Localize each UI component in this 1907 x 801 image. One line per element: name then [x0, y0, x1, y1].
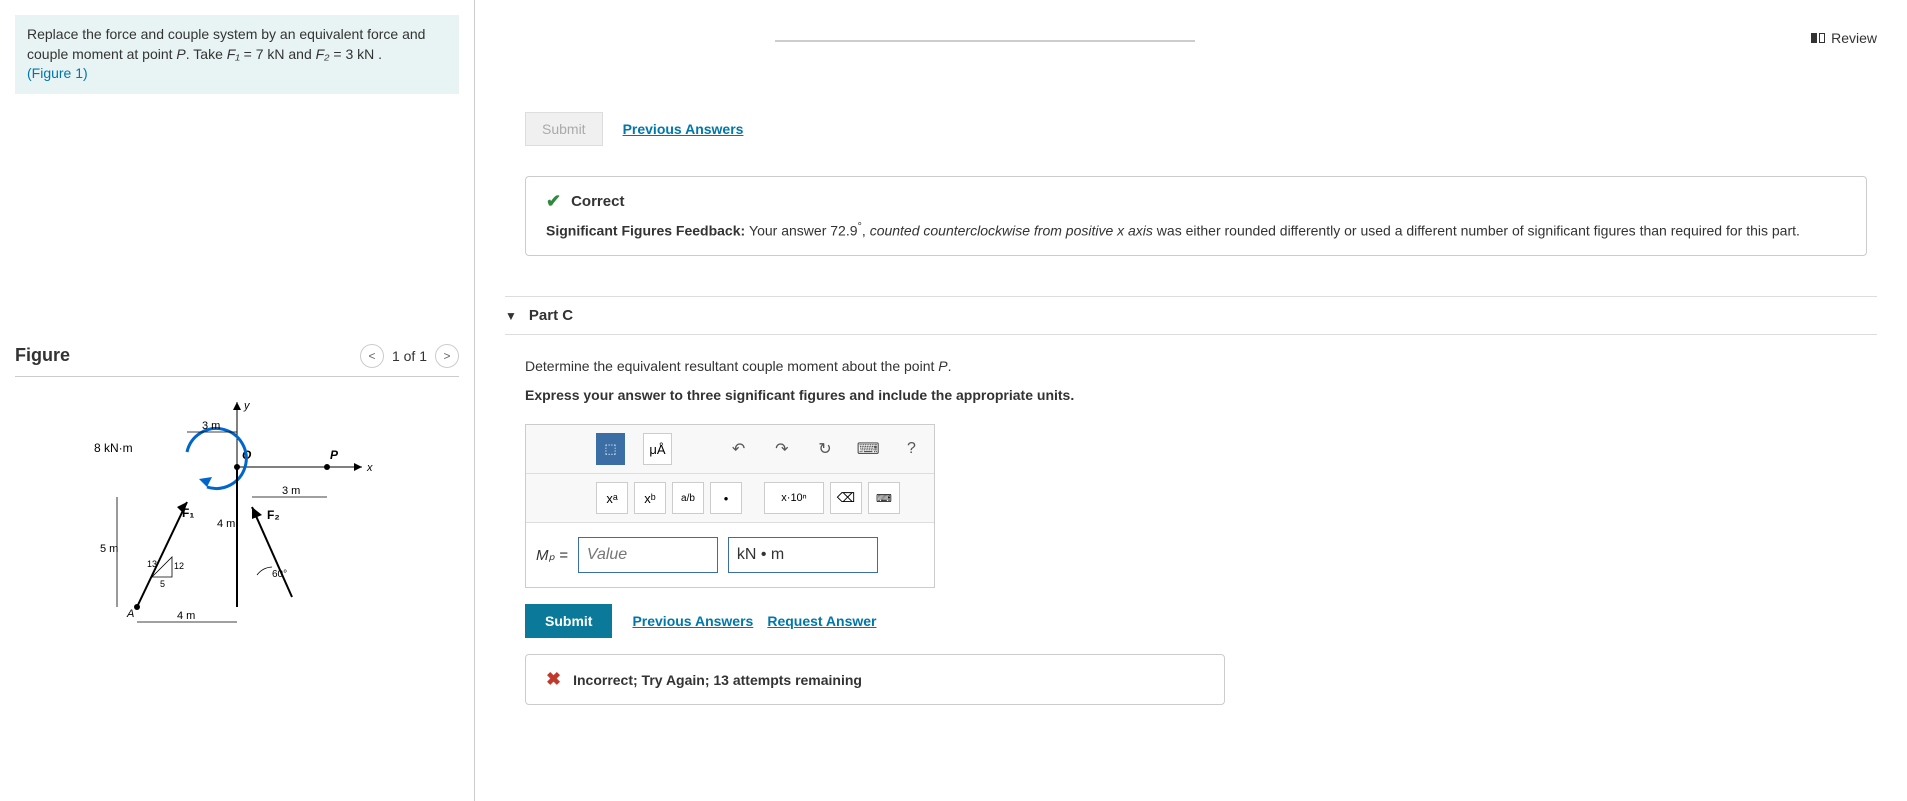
svg-text:5: 5 [160, 579, 165, 589]
svg-text:4 m: 4 m [217, 518, 235, 530]
undo-button[interactable]: ↶ [726, 433, 751, 465]
point-p: P [176, 46, 185, 62]
templates-button[interactable]: ⬚ [596, 433, 625, 465]
part-c-body: Determine the equivalent resultant coupl… [505, 335, 1877, 705]
error-box: ✖ Incorrect; Try Again; 13 attempts rema… [525, 654, 1225, 705]
svg-text:4 m: 4 m [177, 610, 195, 622]
left-panel: Replace the force and couple system by a… [0, 0, 475, 801]
correct-label: Correct [571, 193, 624, 210]
figure-header: Figure < 1 of 1 > [15, 344, 459, 377]
dot-button[interactable]: • [710, 482, 742, 514]
svg-text:3 m: 3 m [202, 420, 220, 432]
figure-diagram: x y O P 8 kN·m 3 m 3 m 4 m [15, 397, 459, 630]
part-c-header[interactable]: ▼ Part C [505, 296, 1877, 335]
figure-next-button[interactable]: > [435, 344, 459, 368]
check-icon: ✔ [546, 191, 561, 212]
scientific-button[interactable]: x·10ⁿ [764, 482, 824, 514]
submit-button[interactable]: Submit [525, 604, 612, 638]
feedback-correct-box: ✔ Correct Significant Figures Feedback: … [525, 176, 1867, 256]
right-panel: Review Submit Previous Answers ✔ Correct… [475, 0, 1907, 801]
units-button[interactable]: μÅ [643, 433, 672, 465]
superscript-button[interactable]: xᵃ [596, 482, 628, 514]
instruction-text: Express your answer to three significant… [525, 384, 1877, 406]
figure-nav-count: 1 of 1 [392, 348, 427, 364]
review-icon [1811, 33, 1825, 43]
fraction-button[interactable]: a/b [672, 482, 704, 514]
keyboard-button[interactable]: ⌨ [856, 433, 881, 465]
toolbar-row-1: ⬚ μÅ ↶ ↷ ↻ ⌨ ? [526, 425, 934, 474]
svg-text:F₁: F₁ [182, 506, 194, 520]
previous-answer-box-edge [775, 40, 1195, 42]
toolbar-row-2: xᵃ xᵇ a/b • x·10ⁿ ⌫ ⌨ [526, 474, 934, 523]
svg-text:13: 13 [147, 559, 157, 569]
figure-reference-link[interactable]: (Figure 1) [27, 65, 88, 81]
figure-prev-button[interactable]: < [360, 344, 384, 368]
reset-button[interactable]: ↻ [812, 433, 837, 465]
help-button[interactable]: ? [899, 433, 924, 465]
caret-down-icon: ▼ [505, 309, 517, 323]
answer-label: Mₚ = [536, 546, 568, 564]
units-input[interactable]: kN • m [728, 537, 878, 573]
subscript-button[interactable]: xᵇ [634, 482, 666, 514]
svg-text:3 m: 3 m [282, 485, 300, 497]
svg-text:60°: 60° [272, 569, 287, 580]
answer-row: Mₚ = kN • m [526, 523, 934, 587]
svg-text:y: y [243, 400, 251, 412]
redo-button[interactable]: ↷ [769, 433, 794, 465]
review-link[interactable]: Review [1811, 30, 1877, 46]
part-c-title: Part C [529, 307, 573, 324]
svg-text:A: A [126, 608, 134, 620]
value-input[interactable] [578, 537, 718, 573]
svg-text:P: P [330, 448, 339, 462]
submit-button-disabled: Submit [525, 112, 603, 146]
feedback-body: Significant Figures Feedback: Your answe… [546, 220, 1846, 241]
svg-text:5 m: 5 m [100, 543, 118, 555]
submit-row-partc: Submit Previous Answers Request Answer [525, 604, 1877, 638]
submit-row-prev: Submit Previous Answers [525, 112, 1877, 146]
previous-answers-link-c[interactable]: Previous Answers [632, 613, 753, 629]
answer-widget: ⬚ μÅ ↶ ↷ ↻ ⌨ ? xᵃ xᵇ a/b • x·10ⁿ ⌫ [525, 424, 935, 588]
figure-title: Figure [15, 345, 70, 366]
svg-text:F₂: F₂ [267, 508, 280, 522]
x-icon: ✖ [546, 669, 561, 690]
svg-text:8 kN·m: 8 kN·m [94, 441, 133, 455]
backspace-button[interactable]: ⌫ [830, 482, 862, 514]
svg-text:x: x [366, 462, 373, 474]
question-text: Determine the equivalent resultant coupl… [525, 355, 1877, 377]
svg-text:12: 12 [174, 561, 184, 571]
previous-answers-link[interactable]: Previous Answers [623, 121, 744, 137]
request-answer-link[interactable]: Request Answer [767, 613, 876, 629]
figure-nav: < 1 of 1 > [360, 344, 459, 368]
keyboard-small-button[interactable]: ⌨ [868, 482, 900, 514]
problem-statement: Replace the force and couple system by a… [15, 15, 459, 94]
error-text: Incorrect; Try Again; 13 attempts remain… [573, 672, 862, 688]
